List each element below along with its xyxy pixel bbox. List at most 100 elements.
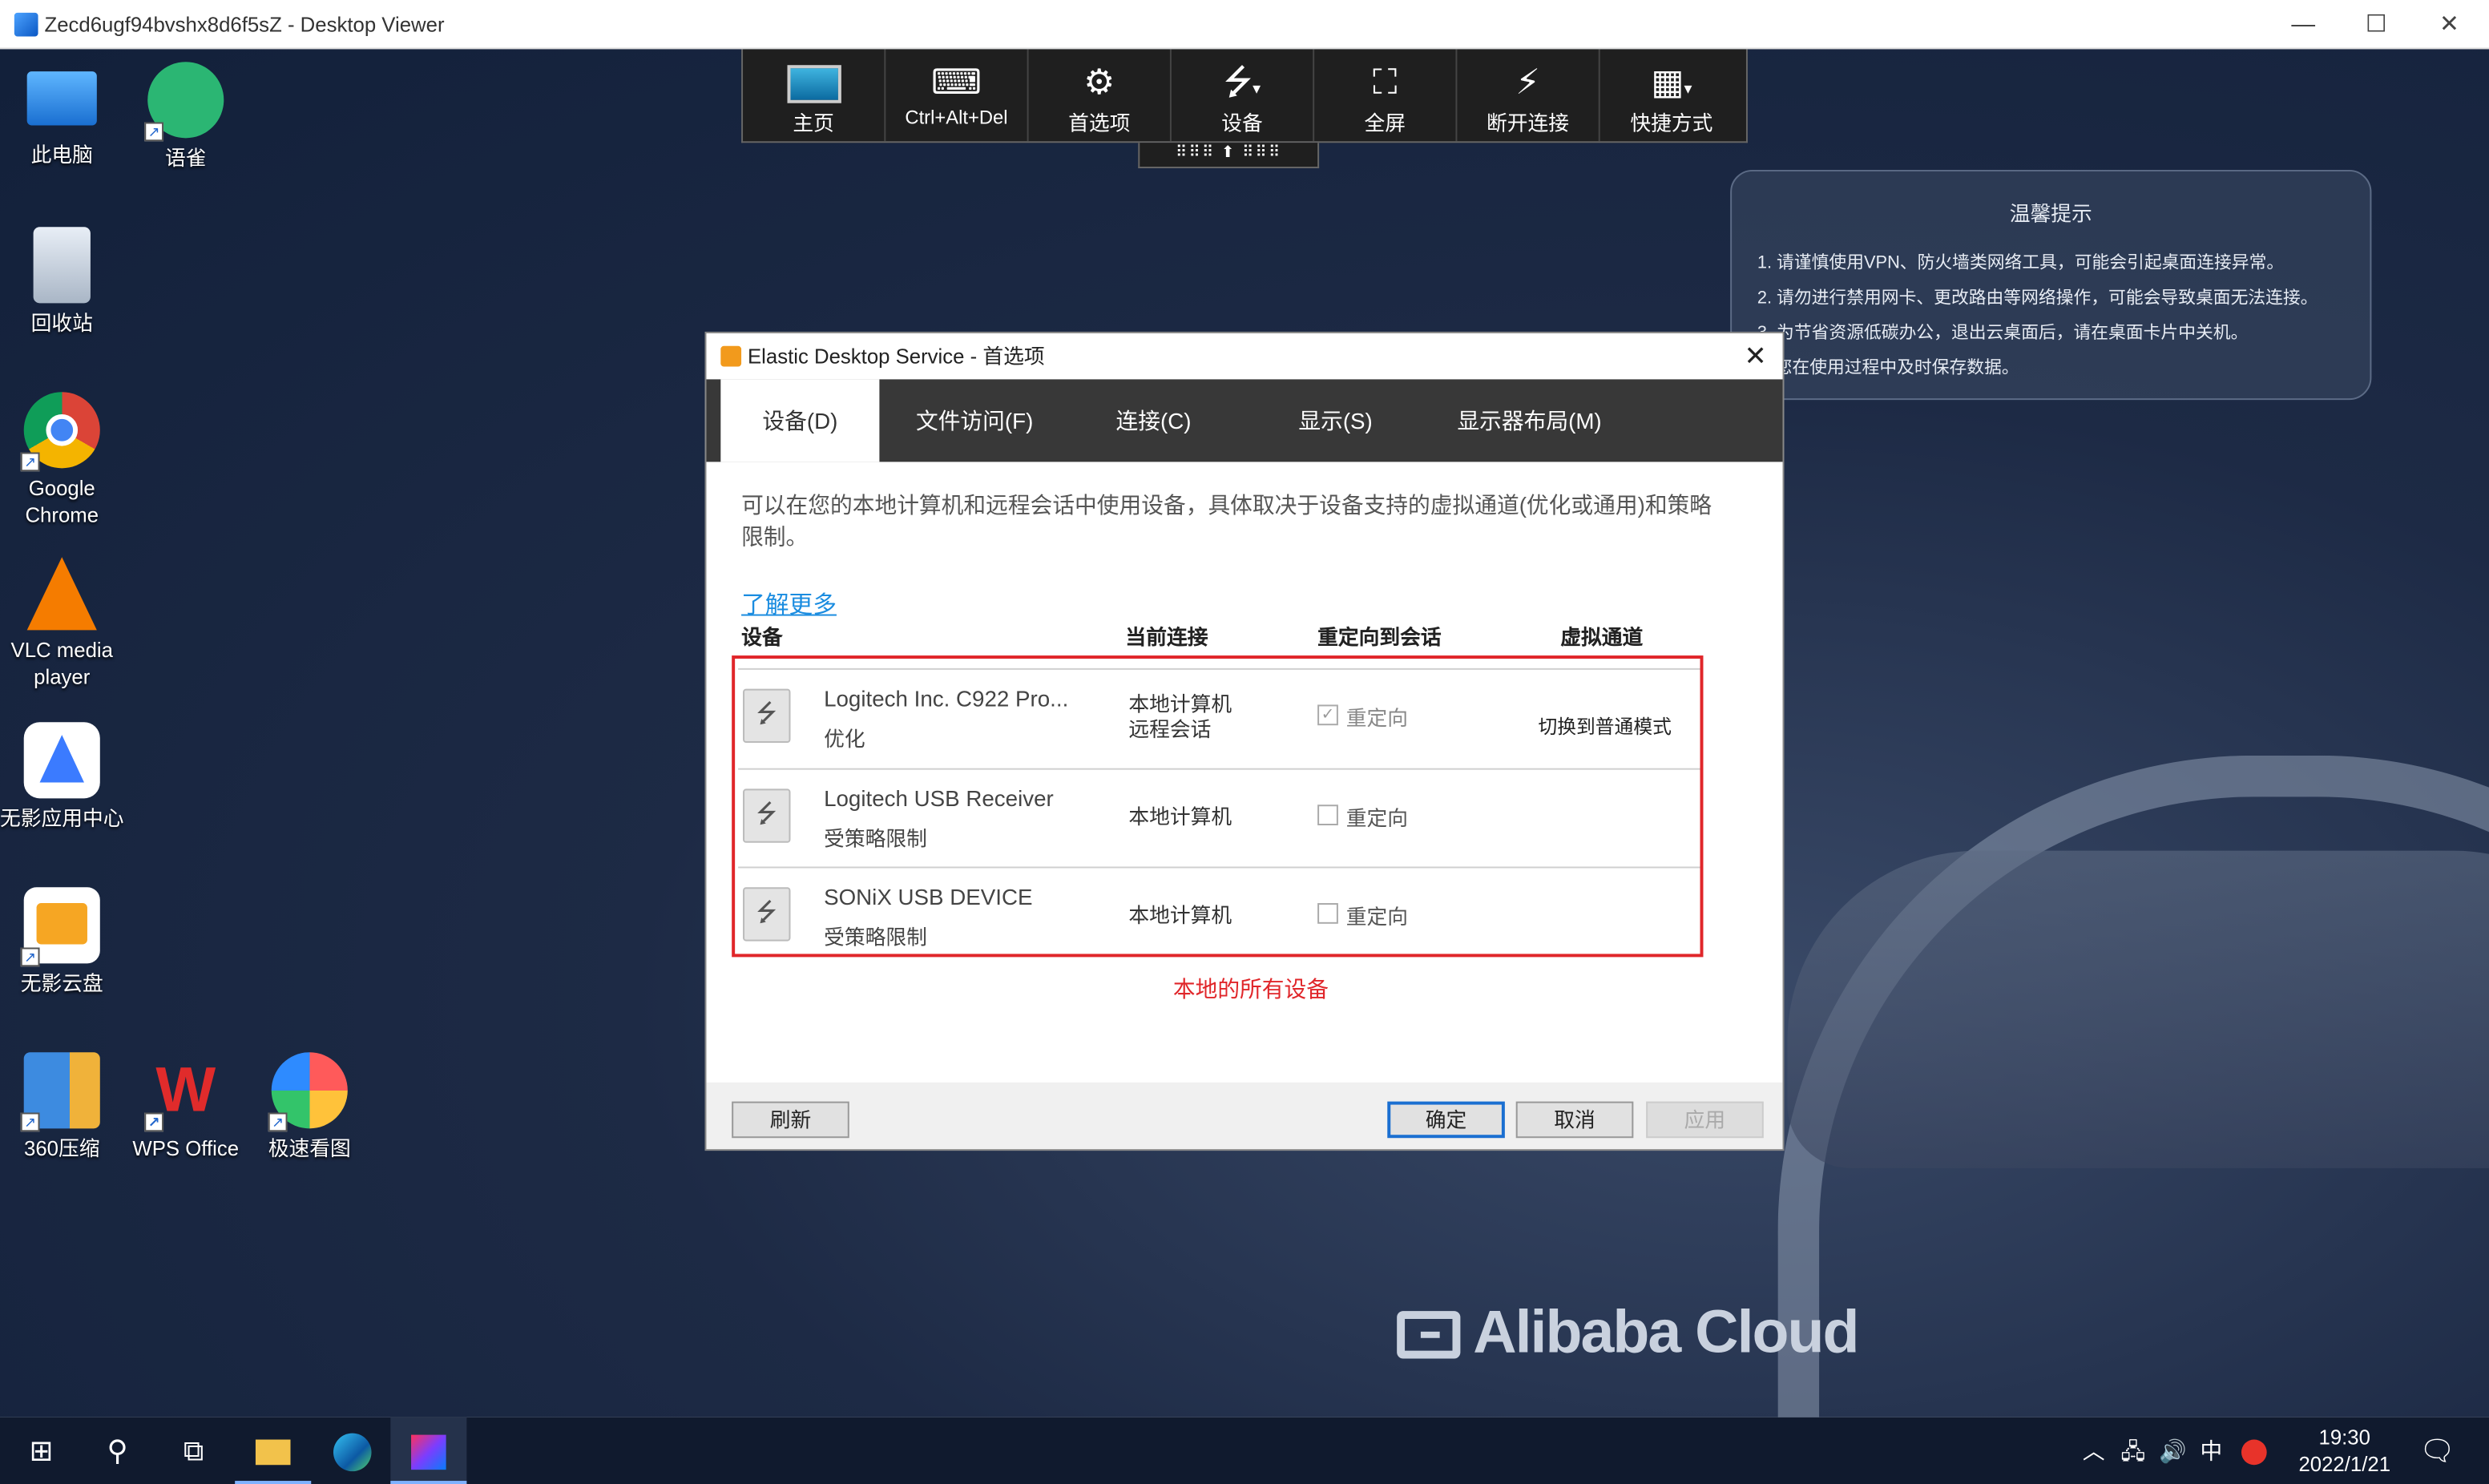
- toolbar-preferences-button[interactable]: ⚙ 首选项: [1029, 49, 1172, 142]
- toolbar-label: 首选项: [1068, 111, 1131, 135]
- search-icon[interactable]: ⚲: [79, 1417, 155, 1484]
- device-name: SONiX USB DEVICE: [824, 884, 1033, 909]
- window-titlebar: Zecd6ugf94bvshx8d6f5sZ - Desktop Viewer …: [0, 0, 2489, 50]
- cloud-drive-icon: ↗: [20, 887, 100, 967]
- desktop-icon-label: 回收站: [30, 311, 93, 335]
- desktop-icon-chrome[interactable]: ↗ Google Chrome: [0, 392, 124, 528]
- alibaba-cloud-logo: Alibaba Cloud: [1397, 1300, 1859, 1368]
- toolbar-label: 设备: [1221, 111, 1263, 135]
- dialog-close-icon[interactable]: ✕: [1744, 333, 1766, 379]
- desktop-icon-label: 语雀: [164, 146, 207, 170]
- desktop-icon-image-viewer[interactable]: ↗ 极速看图: [248, 1052, 372, 1162]
- device-connection: 本地计算机 远程会话: [1128, 692, 1232, 742]
- redirect-checkbox[interactable]: [1317, 805, 1338, 825]
- learn-more-link[interactable]: 了解更多: [741, 587, 837, 621]
- toolbar-label: 主页: [793, 111, 834, 135]
- redirect-label: 重定向: [1345, 806, 1409, 830]
- device-row[interactable]: ⭍ Logitech Inc. C922 Pro... 优化 本地计算机 远程会话…: [738, 667, 1700, 767]
- notification-icon[interactable]: 🗨: [2419, 1417, 2455, 1484]
- network-icon[interactable]: 🖧: [2120, 1417, 2145, 1484]
- toolbar-home-button[interactable]: 主页: [743, 49, 886, 142]
- desktop-icon-wuying-cloud-drive[interactable]: ↗ 无影云盘: [0, 887, 124, 997]
- ime-indicator[interactable]: 中: [2200, 1417, 2222, 1484]
- device-row[interactable]: ⭍ SONiX USB DEVICE 受策略限制 本地计算机 重定向: [738, 866, 1700, 965]
- desktop-icon-label: WPS Office: [132, 1136, 240, 1160]
- desktop-icon-label: 极速看图: [268, 1136, 351, 1160]
- desktop-icon-label: Google Chrome: [25, 476, 99, 527]
- apply-button: 应用: [1646, 1101, 1764, 1139]
- tips-line: 1. 请谨慎使用VPN、防火墙类网络工具，可能会引起桌面连接异常。: [1757, 253, 2285, 273]
- system-clock[interactable]: 19:30 2022/1/21: [2285, 1424, 2403, 1478]
- tab-devices[interactable]: 设备(D): [720, 379, 880, 462]
- clock-date: 2022/1/21: [2298, 1452, 2391, 1477]
- ok-button[interactable]: 确定: [1387, 1101, 1505, 1139]
- eds-app-icon: [720, 345, 742, 367]
- keyboard-icon: ⌨: [930, 62, 982, 102]
- column-header-device: 设备: [741, 625, 783, 650]
- sogou-ime-icon[interactable]: [2241, 1417, 2267, 1484]
- desktop-icon-label: 此电脑: [30, 143, 93, 167]
- device-name: Logitech Inc. C922 Pro...: [824, 685, 1069, 712]
- desktop-icon-wps[interactable]: W ↗ WPS Office: [124, 1052, 248, 1162]
- toolbar-devices-button[interactable]: ⭍▾ 设备: [1172, 49, 1315, 142]
- intellij-icon[interactable]: [390, 1417, 467, 1484]
- desktop-icon-this-pc[interactable]: 此电脑: [0, 62, 124, 168]
- toolbar-shortcuts-button[interactable]: ▦▾ 快捷方式: [1600, 49, 1743, 141]
- device-status: 受策略限制: [824, 826, 927, 851]
- maximize-button[interactable]: ☐: [2340, 0, 2413, 49]
- taskbar: ⊞ ⚲ ⧉ ︿ 🖧 🔊 中 19:30 2022/1/21 🗨: [0, 1417, 2489, 1484]
- device-status: 受策略限制: [824, 925, 927, 950]
- desktop-icon-recycle-bin[interactable]: 回收站: [0, 227, 124, 337]
- toolbar-disconnect-button[interactable]: ⚡ 断开连接: [1457, 49, 1600, 142]
- cancel-button[interactable]: 取消: [1515, 1101, 1634, 1139]
- device-name: Logitech USB Receiver: [824, 785, 1054, 812]
- toolbar-ctrl-alt-del-button[interactable]: ⌨ Ctrl+Alt+Del: [885, 49, 1029, 142]
- tray-overflow-icon[interactable]: ︿: [2083, 1417, 2105, 1484]
- desktop-icon-360zip[interactable]: ↗ 360压缩: [0, 1052, 124, 1162]
- window-title: Zecd6ugf94bvshx8d6f5sZ - Desktop Viewer: [44, 12, 445, 37]
- device-row[interactable]: ⭍ Logitech USB Receiver 受策略限制 本地计算机 重定向: [738, 768, 1700, 867]
- chrome-icon: ↗: [20, 392, 100, 472]
- tab-file-access[interactable]: 文件访问(F): [916, 379, 1033, 462]
- wuying-app-center-icon: [23, 722, 100, 799]
- wallpaper-shape: [1787, 850, 2489, 1168]
- file-explorer-icon[interactable]: [235, 1417, 312, 1484]
- desktop-icon-yuque[interactable]: ↗ 语雀: [124, 62, 248, 171]
- tab-monitor-layout[interactable]: 显示器布局(M): [1457, 379, 1601, 462]
- usb-device-icon: ⭍: [743, 887, 791, 942]
- grid-dropdown-icon: ▦▾: [1651, 62, 1692, 102]
- desktop-icon-label: VLC media player: [10, 638, 113, 689]
- edge-icon[interactable]: [314, 1417, 390, 1484]
- fullscreen-icon: ⛶: [1373, 62, 1398, 102]
- preferences-dialog: Elastic Desktop Service - 首选项 ✕ 设备(D) 文件…: [704, 331, 1785, 1151]
- tips-line: 请您在使用过程中及时保存数据。: [1757, 358, 2019, 378]
- device-status: 优化: [824, 727, 865, 751]
- switch-to-generic-mode-link[interactable]: 切换到普通模式: [1538, 712, 1671, 740]
- minimize-button[interactable]: —: [2267, 0, 2340, 49]
- desktop-icon-wuying-app-center[interactable]: 无影应用中心: [0, 722, 124, 832]
- desktop-icon-vlc[interactable]: VLC media player: [0, 557, 124, 690]
- desktop-icon-label: 无影应用中心: [0, 806, 124, 830]
- redirect-checkbox[interactable]: [1317, 903, 1338, 924]
- tips-line: 2. 请勿进行禁用网卡、更改路由等网络操作，可能会导致桌面无法连接。: [1757, 288, 2318, 308]
- tab-connection[interactable]: 连接(C): [1116, 379, 1192, 462]
- refresh-button[interactable]: 刷新: [732, 1101, 849, 1139]
- volume-icon[interactable]: 🔊: [2159, 1417, 2187, 1484]
- annotation-local-devices: 本地的所有设备: [1172, 976, 1329, 1002]
- computer-icon: [26, 71, 97, 126]
- redirect-checkbox[interactable]: ✓: [1317, 704, 1338, 726]
- close-button[interactable]: ✕: [2413, 0, 2486, 49]
- desktop-icon-label: 无影云盘: [20, 971, 103, 995]
- usb-device-icon: ⭍: [743, 688, 791, 743]
- dialog-title: Elastic Desktop Service - 首选项: [747, 344, 1045, 369]
- column-header-connection: 当前连接: [1125, 625, 1208, 650]
- toolbar-label: Ctrl+Alt+Del: [905, 106, 1008, 129]
- toolbar-fullscreen-button[interactable]: ⛶ 全屏: [1314, 49, 1458, 142]
- toolbar-label: 断开连接: [1487, 111, 1570, 135]
- viewer-toolbar: 主页 ⌨ Ctrl+Alt+Del ⚙ 首选项 ⭍▾ 设备 ⛶ 全屏 ⚡ 断开连…: [741, 49, 1748, 143]
- task-view-icon[interactable]: ⧉: [155, 1417, 232, 1484]
- plug-icon: ⚡: [1515, 62, 1540, 102]
- toolbar-grip-handle[interactable]: ⠿⠿⠿ ⬆ ⠿⠿⠿: [1138, 143, 1320, 168]
- start-windows-icon[interactable]: ⊞: [3, 1417, 79, 1484]
- tab-display[interactable]: 显示(S): [1298, 379, 1372, 462]
